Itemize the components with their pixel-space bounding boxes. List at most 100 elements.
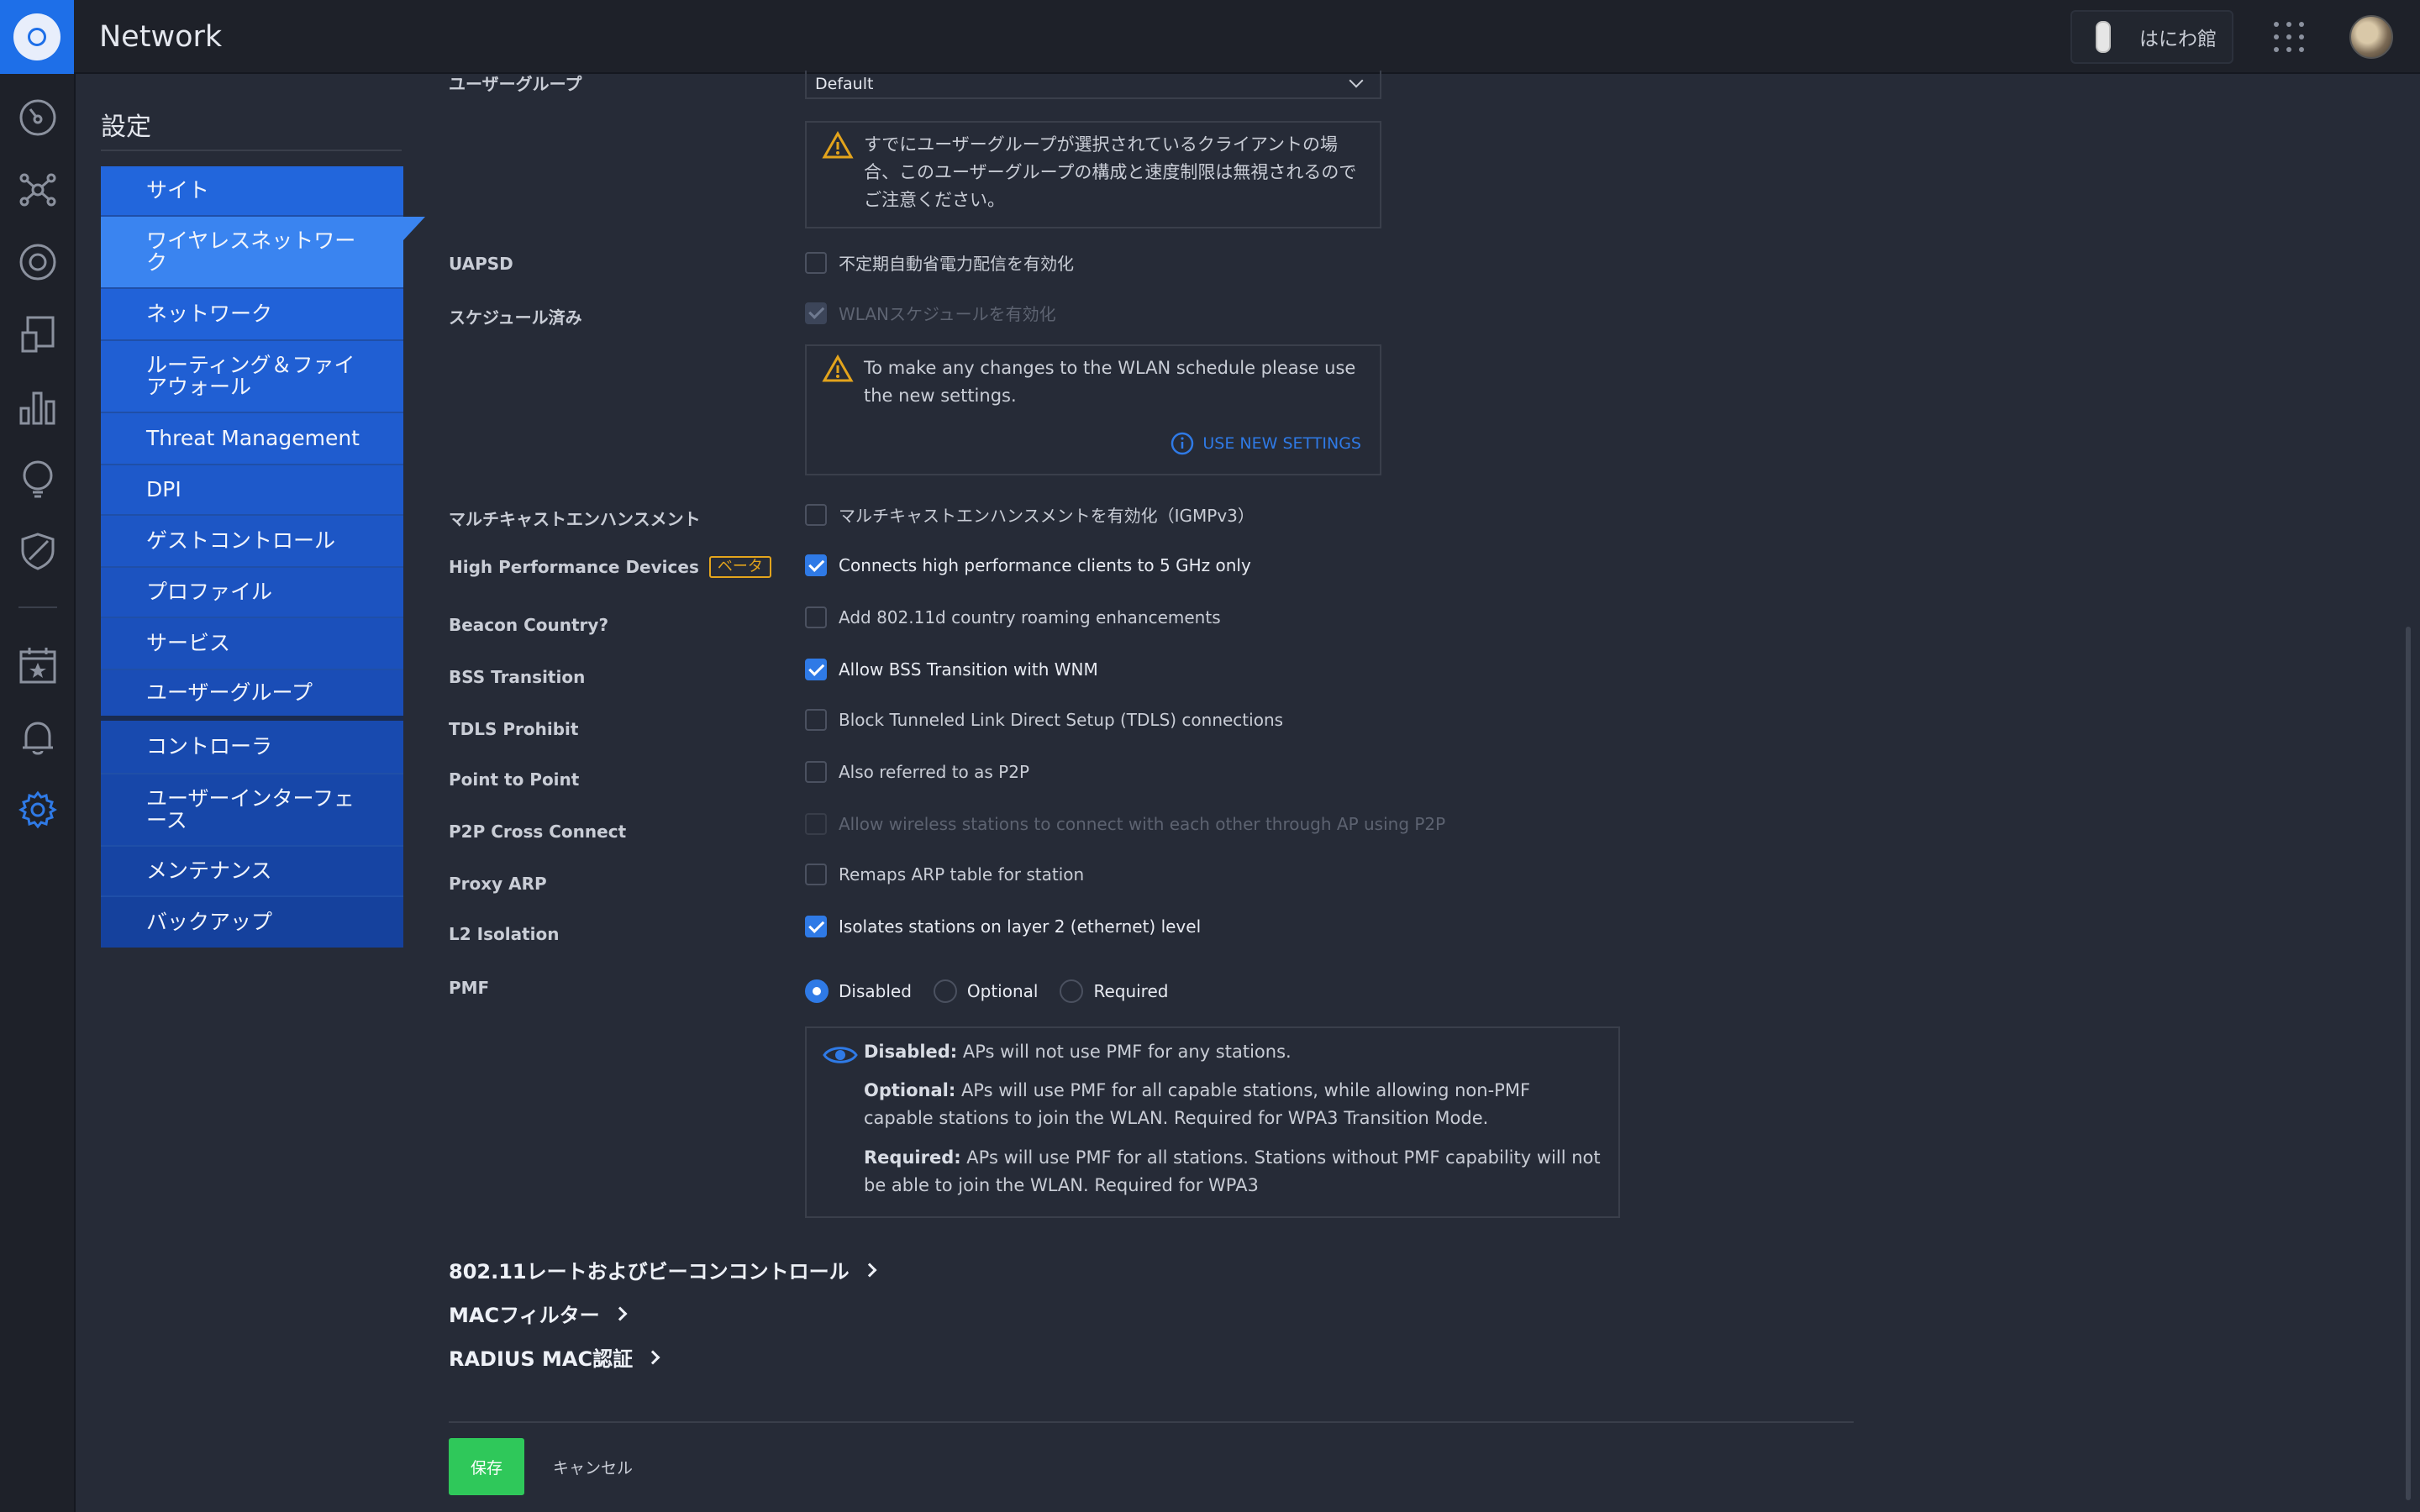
pmf-label: PMF <box>449 978 490 998</box>
devices-icon[interactable] <box>18 242 58 282</box>
nav-item-profiles[interactable]: プロファイル <box>101 568 403 618</box>
pmf-option-required-label: Required <box>1093 981 1169 1001</box>
beacon-country-checkbox[interactable] <box>805 606 827 628</box>
warning-icon <box>822 354 854 382</box>
nav-item-dpi[interactable]: DPI <box>101 465 403 516</box>
radius-mac-auth-section[interactable]: RADIUS MAC認証 <box>449 1342 660 1372</box>
nav-item-label: ユーザーグループ <box>146 680 313 705</box>
multicast-text: マルチキャストエンハンスメントを有効化（IGMPv3） <box>839 506 1255 526</box>
schedule-warning-box: To make any changes to the WLAN schedule… <box>805 344 1381 475</box>
p2p-cross-connect-text: Allow wireless stations to connect with … <box>839 814 1446 834</box>
nav-item-label: Threat Management <box>146 426 360 450</box>
schedule-checkbox-row: WLANスケジュールを有効化 <box>805 301 1056 325</box>
nav-item-label: ゲストコントロール <box>146 528 336 553</box>
eye-icon <box>823 1047 858 1063</box>
nav-item-maintenance[interactable]: メンテナンス <box>101 847 403 897</box>
nav-item-networks[interactable]: ネットワーク <box>101 289 403 341</box>
pmf-info-required-text: APs will use PMF for all stations. Stati… <box>864 1147 1601 1195</box>
dashboard-icon[interactable] <box>18 97 58 138</box>
hpd-checkbox-row[interactable]: Connects high performance clients to 5 G… <box>805 554 1251 576</box>
nav-item-site[interactable]: サイト <box>101 166 403 217</box>
use-new-settings-link[interactable]: USE NEW SETTINGS <box>1171 432 1361 455</box>
user-avatar[interactable] <box>2349 15 2393 59</box>
p2p-checkbox-row[interactable]: Also referred to as P2P <box>805 761 1029 783</box>
settings-gear-icon[interactable] <box>18 790 58 830</box>
nav-item-label: ユーザーインターフェース <box>146 786 355 832</box>
apps-grid-icon[interactable] <box>2274 22 2304 52</box>
nav-item-services[interactable]: サービス <box>101 618 403 670</box>
user-group-select[interactable]: Default <box>805 71 1381 99</box>
nav-item-label: ネットワーク <box>146 302 273 326</box>
pmf-info-optional-text: APs will use PMF for all capable station… <box>864 1080 1531 1128</box>
insights-icon[interactable] <box>18 459 58 499</box>
multicast-checkbox-row[interactable]: マルチキャストエンハンスメントを有効化（IGMPv3） <box>805 502 1255 527</box>
nav-item-guest-control[interactable]: ゲストコントロール <box>101 516 403 568</box>
hpd-label-row: High Performance Devices ベータ <box>449 556 771 578</box>
p2p-checkbox[interactable] <box>805 761 827 783</box>
nav-item-controller[interactable]: コントローラ <box>101 721 403 774</box>
tdls-checkbox-row[interactable]: Block Tunneled Link Direct Setup (TDLS) … <box>805 709 1283 731</box>
nav-item-user-groups[interactable]: ユーザーグループ <box>101 670 403 721</box>
top-bar: Network はにわ館 <box>0 0 2420 74</box>
beacon-country-checkbox-row[interactable]: Add 802.11d country roaming enhancements <box>805 606 1221 628</box>
chevron-down-icon <box>1349 73 1364 88</box>
pmf-info-optional-key: Optional: <box>864 1080 956 1100</box>
rate-beacon-control-section[interactable]: 802.11レートおよびビーコンコントロール <box>449 1255 877 1284</box>
settings-title: 設定 <box>101 113 151 142</box>
l2-isolation-checkbox[interactable] <box>805 916 827 937</box>
p2p-text: Also referred to as P2P <box>839 762 1030 782</box>
proxy-arp-checkbox-row[interactable]: Remaps ARP table for station <box>805 864 1084 885</box>
statistics-icon[interactable] <box>18 386 58 427</box>
notifications-bell-icon[interactable] <box>18 717 58 758</box>
shield-icon[interactable] <box>18 531 58 571</box>
nav-item-label: ルーティング＆ファイアウォール <box>146 353 355 399</box>
uapsd-checkbox-row[interactable]: 不定期自動省電力配信を有効化 <box>805 250 1074 275</box>
p2p-cross-connect-checkbox <box>805 813 827 835</box>
footer-divider <box>449 1421 1854 1423</box>
nav-item-backup[interactable]: バックアップ <box>101 897 403 948</box>
mac-filter-section[interactable]: MACフィルター <box>449 1299 628 1328</box>
warning-icon <box>822 131 854 159</box>
cancel-button[interactable]: キャンセル <box>553 1438 633 1495</box>
pmf-radio-disabled[interactable] <box>805 979 829 1003</box>
info-icon <box>1171 432 1194 455</box>
scrollbar[interactable] <box>2406 627 2411 1500</box>
nav-item-user-interface[interactable]: ユーザーインターフェース <box>101 774 403 847</box>
radius-mac-auth-label: RADIUS MAC認証 <box>449 1347 634 1371</box>
events-calendar-icon[interactable] <box>18 645 58 685</box>
nav-item-label: サイト <box>146 178 210 202</box>
rail-divider <box>18 606 57 608</box>
logo-button[interactable] <box>0 0 74 74</box>
nav-item-label: プロファイル <box>146 580 273 604</box>
schedule-text: WLANスケジュールを有効化 <box>839 304 1056 324</box>
hpd-checkbox[interactable] <box>805 554 827 576</box>
bss-transition-checkbox[interactable] <box>805 659 827 680</box>
save-button[interactable]: 保存 <box>449 1438 524 1495</box>
bss-transition-label: BSS Transition <box>449 667 586 687</box>
pmf-option-optional-label: Optional <box>966 981 1039 1001</box>
topology-icon[interactable] <box>18 170 58 210</box>
nav-item-wireless-networks[interactable]: ワイヤレスネットワーク <box>101 217 425 289</box>
rate-beacon-control-label: 802.11レートおよびビーコンコントロール <box>449 1260 850 1284</box>
pmf-radio-optional[interactable] <box>933 979 957 1003</box>
tdls-label: TDLS Prohibit <box>449 719 579 739</box>
p2p-cross-connect-label: P2P Cross Connect <box>449 822 627 842</box>
uapsd-checkbox[interactable] <box>805 251 827 274</box>
pmf-radio-required[interactable] <box>1060 979 1084 1003</box>
settings-title-divider <box>101 150 402 151</box>
bss-transition-checkbox-row[interactable]: Allow BSS Transition with WNM <box>805 659 1098 680</box>
app-title: Network <box>99 20 223 54</box>
l2-isolation-checkbox-row[interactable]: Isolates stations on layer 2 (ethernet) … <box>805 916 1201 937</box>
tdls-checkbox[interactable] <box>805 709 827 731</box>
user-group-value: Default <box>815 75 874 93</box>
pmf-radio-group: Disabled Optional Required <box>805 979 1168 1003</box>
hpd-text: Connects high performance clients to 5 G… <box>839 555 1251 575</box>
nav-item-label: サービス <box>146 631 231 655</box>
nav-item-threat-management[interactable]: Threat Management <box>101 413 403 465</box>
nav-item-routing-firewall[interactable]: ルーティング＆ファイアウォール <box>101 341 403 413</box>
multicast-checkbox[interactable] <box>805 503 827 526</box>
clients-icon[interactable] <box>18 314 58 354</box>
proxy-arp-checkbox[interactable] <box>805 864 827 885</box>
site-selector[interactable]: はにわ館 <box>2070 10 2233 64</box>
pmf-info-disabled: Disabled: APs will not use PMF for any s… <box>864 1038 1603 1066</box>
